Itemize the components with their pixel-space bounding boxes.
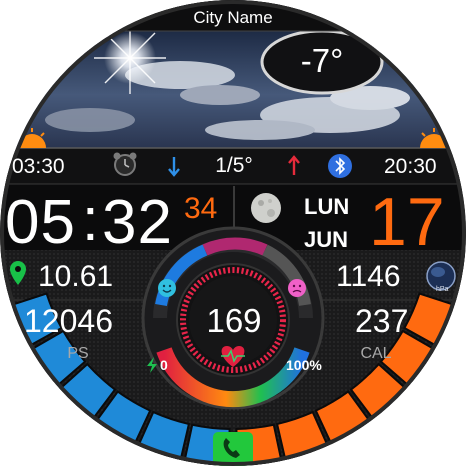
sunset-time: 20:30 — [384, 155, 437, 178]
battery-percent: 100% — [286, 357, 322, 373]
phone-button[interactable] — [213, 432, 253, 466]
steps-value: 12046 — [24, 303, 113, 339]
sad-face-icon — [288, 279, 306, 297]
day-number: 17 — [369, 184, 445, 260]
time-minutes: 32 — [102, 188, 173, 257]
distance-value: 10.61 — [38, 260, 114, 293]
city-name: City Name — [193, 8, 273, 27]
moon-phase-icon — [251, 193, 281, 223]
month: JUN — [304, 227, 349, 252]
happy-face-icon — [158, 279, 176, 297]
calories-value: 237 — [355, 303, 409, 339]
time-seconds: 34 — [184, 192, 218, 225]
pressure-unit: hPa — [436, 286, 449, 293]
temperature-value: -7° — [300, 42, 344, 79]
time-colon: : — [82, 186, 99, 253]
heart-rate-value: 169 — [206, 302, 262, 339]
wind-value: 1/5° — [215, 154, 253, 177]
pressure-value: 1146 — [336, 260, 401, 293]
day-of-week: LUN — [304, 194, 350, 219]
alarm-clock-icon[interactable] — [113, 152, 137, 176]
time-hours: 05 — [5, 188, 76, 257]
bluetooth-icon[interactable] — [328, 154, 352, 178]
steps-label: PS — [67, 345, 89, 362]
calories-label: CAL — [360, 345, 392, 362]
sunrise-time: 03:30 — [12, 155, 65, 178]
notification-count: 0 — [160, 357, 168, 373]
